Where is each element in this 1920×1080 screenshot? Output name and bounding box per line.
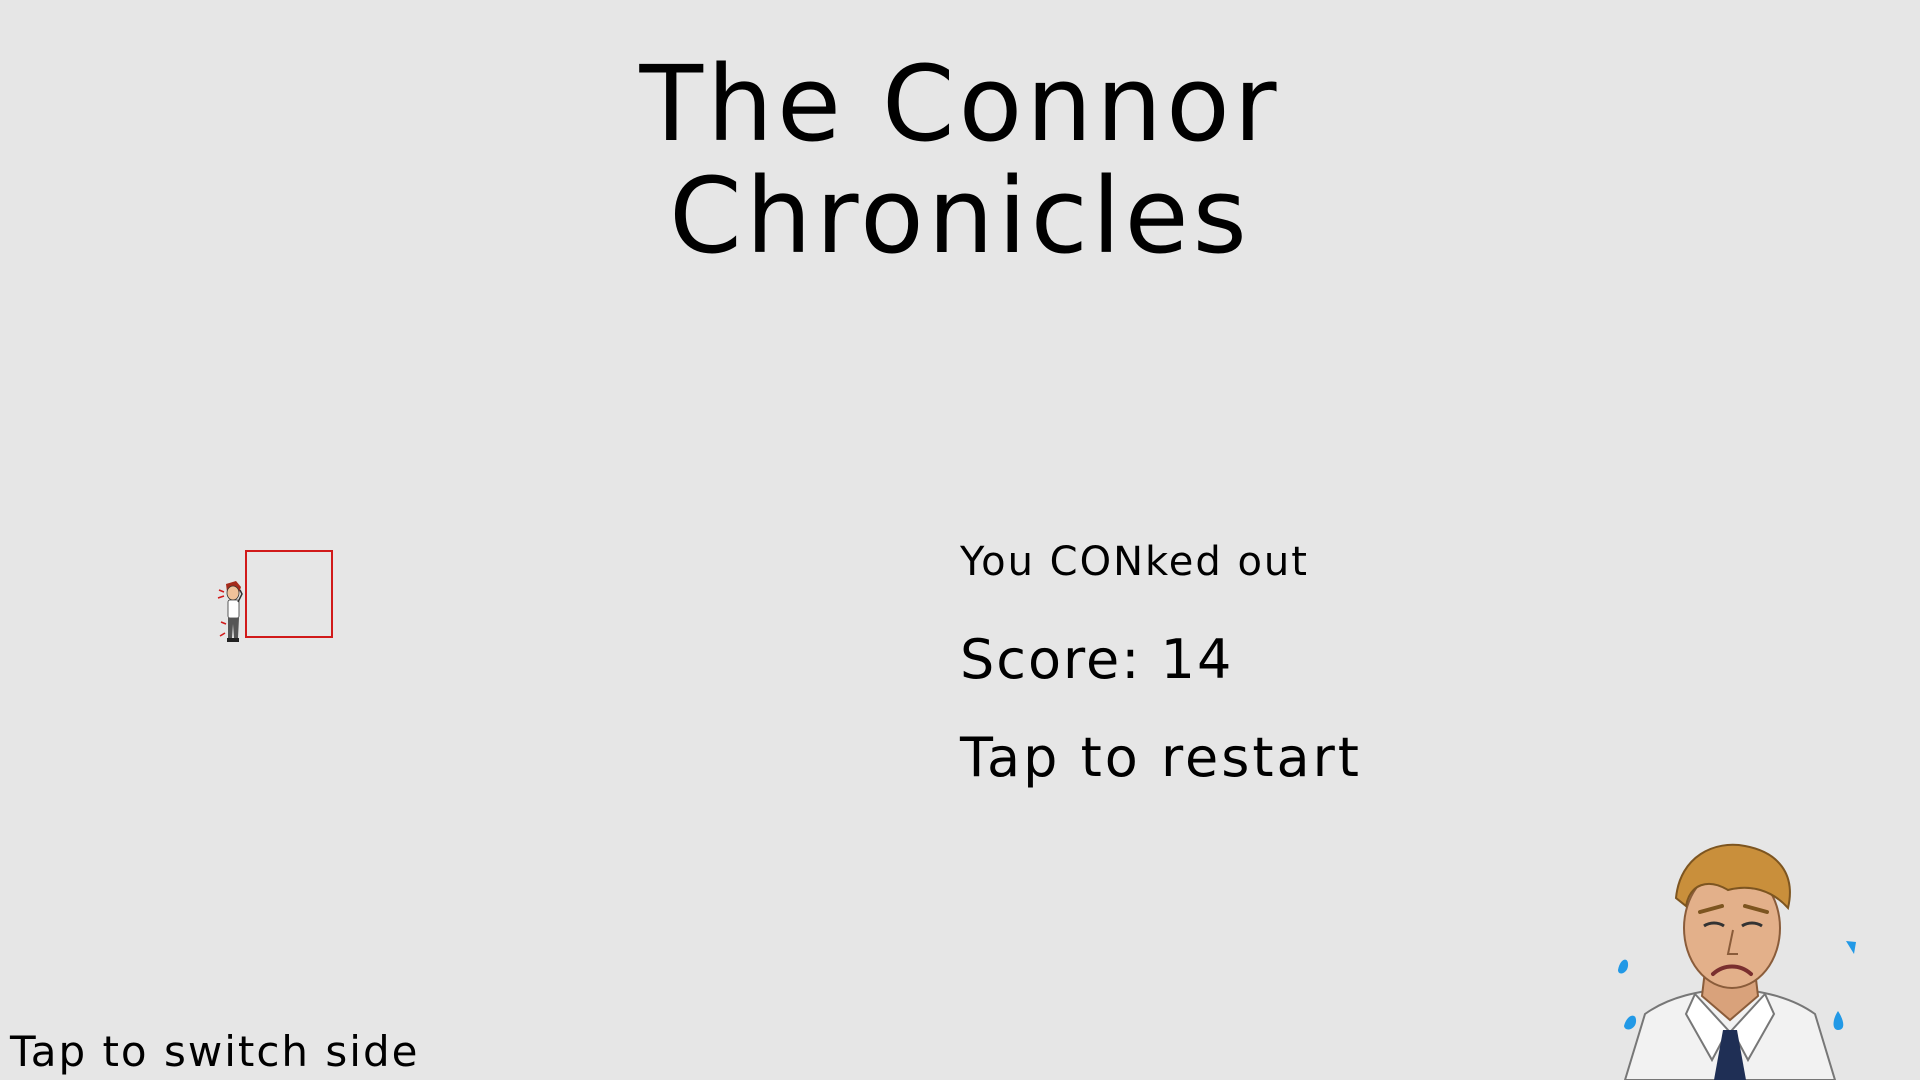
game-title-line-2: Chronicles (669, 155, 1251, 277)
game-over-message: You CONked out (960, 539, 1309, 585)
score-label: Score: (960, 628, 1142, 691)
sad-character-icon (1618, 843, 1856, 1080)
obstacle-box (245, 550, 333, 638)
score-line: Score: 14 (960, 630, 1362, 690)
game-over-panel: You CONked out Score: 14 Tap to restart (960, 536, 1362, 788)
game-title: The Connor Chronicles (0, 48, 1920, 272)
switch-side-hint[interactable]: Tap to switch side (10, 1026, 419, 1078)
score-value: 14 (1160, 628, 1234, 691)
game-title-line-1: The Connor (639, 43, 1281, 165)
player-sprite-icon (217, 581, 243, 642)
restart-prompt[interactable]: Tap to restart (960, 728, 1362, 788)
